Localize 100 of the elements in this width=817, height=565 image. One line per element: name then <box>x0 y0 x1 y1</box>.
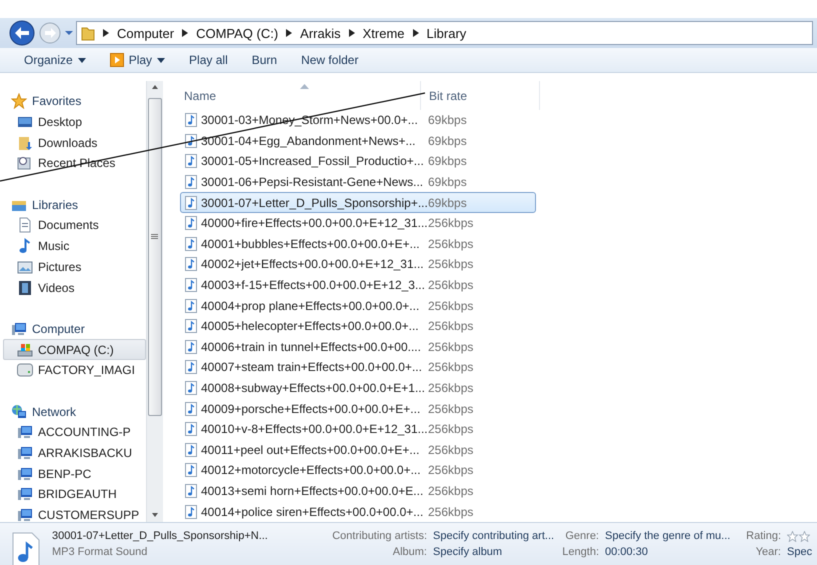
nav-item[interactable]: Pictures <box>3 256 146 278</box>
audio-file-icon <box>185 463 197 478</box>
column-header[interactable]: Name <box>180 81 421 110</box>
file-name: 40007+steam train+Effects+00.0+00.0+... <box>201 360 422 374</box>
file-row[interactable]: 40000+fire+Effects+00.0+00.0+E+12_31...256kbps <box>180 212 536 234</box>
nav-item[interactable]: BENP-PC <box>3 463 146 484</box>
file-row[interactable]: 40012+motorcycle+Effects+00.0+00.0+... 256kbps <box>180 460 536 481</box>
file-row[interactable]: 40008+subway+Effects+00.0+00.0+E+1... 256kbps <box>180 378 536 398</box>
column-header[interactable]: Bit rate <box>421 81 540 110</box>
audio-file-icon <box>185 319 197 334</box>
audio-file-icon <box>185 360 197 374</box>
file-row[interactable]: 40005+helecopter+Effects+00.0+00.0+... 256kbps <box>180 316 536 337</box>
file-name: 40004+prop plane+Effects+00.0+00.0+... <box>201 298 420 313</box>
nav-item[interactable]: ACCOUNTING-P <box>3 422 146 443</box>
file-name: 40001+bubbles+Effects+00.0+00.0+E+... <box>201 236 420 251</box>
breadcrumb[interactable]: Computer <box>117 26 174 40</box>
picture-icon <box>17 258 33 275</box>
file-row[interactable]: 40014+police siren+Effects+00.0+00.0+... 256kbps <box>180 501 536 522</box>
nav-item[interactable]: Downloads <box>3 132 146 154</box>
nav-item[interactable]: BRIDGEAUTH <box>3 484 146 505</box>
audio-file-icon <box>185 196 197 210</box>
toolbar-menu-button[interactable]: Organize <box>12 49 98 71</box>
bit-rate: 256kbps <box>428 422 474 436</box>
empty-stars-icon[interactable] <box>787 530 810 542</box>
file-name: 30001-07+Letter_D_Pulls_Sponsorship+... <box>201 196 428 210</box>
file-name: 40000+fire+Effects+00.0+00.0+E+12_31... <box>201 216 428 230</box>
file-row[interactable]: 40010+v-8+Effects+00.0+00.0+E+12_31...256kbps <box>180 418 536 440</box>
property-label: Year: <box>756 546 782 560</box>
breadcrumb[interactable]: Arrakis <box>300 26 341 40</box>
recent-pages-caret-icon[interactable] <box>64 28 74 38</box>
nav-item[interactable]: ARRAKISBACKU <box>3 442 146 464</box>
chevron-icon <box>412 29 419 37</box>
nav-item[interactable]: Recent Places <box>3 153 146 174</box>
property-value[interactable]: Specify contributing art... <box>433 530 567 546</box>
file-row[interactable]: 40004+prop plane+Effects+00.0+00.0+... 256kbps <box>180 295 536 316</box>
file-row[interactable]: 40013+semi horn+Effects+00.0+00.0+E... 256kbps <box>180 480 536 502</box>
file-row[interactable]: 40009+porsche+Effects+00.0+00.0+E+... 256kbps <box>180 398 536 419</box>
nav-item[interactable]: Music <box>3 236 146 256</box>
toolbar-button[interactable]: Play all <box>177 49 240 71</box>
file-row[interactable]: 40007+steam train+Effects+00.0+00.0+... 256kbps <box>180 357 536 378</box>
property-label: Album: <box>392 546 428 560</box>
breadcrumb[interactable]: Library <box>426 26 466 40</box>
file-name: 40005+helecopter+Effects+00.0+00.0+... <box>201 319 419 334</box>
toolbar-button[interactable]: New folder <box>289 49 370 71</box>
computer-icon <box>17 507 33 522</box>
toolbar-menu-button[interactable]: Play <box>98 49 178 71</box>
property-value[interactable]: Spec <box>787 546 817 562</box>
nav-item[interactable]: FACTORY_IMAGI <box>3 360 146 381</box>
nav-item[interactable]: Favorites <box>3 91 146 112</box>
file-row[interactable]: 30001-07+Letter_D_Pulls_Sponsorship+...69kbps <box>180 192 536 213</box>
bit-rate: 256kbps <box>428 257 474 272</box>
folder-icon <box>81 25 95 41</box>
file-name: 30001-05+Increased_Fossil_Productio+... <box>201 154 424 168</box>
toolbar-button[interactable]: Burn <box>240 49 290 71</box>
file-name: 40002+jet+Effects+00.0+00.0+E+12_31... <box>201 257 424 272</box>
caret-icon <box>157 58 166 62</box>
file-row[interactable]: 30001-06+Pepsi-Resistant-Gene+News... 69kbps <box>180 172 536 192</box>
bit-rate: 256kbps <box>428 298 474 313</box>
audio-file-icon <box>185 278 197 292</box>
computer-icon <box>17 466 33 482</box>
file-row[interactable]: 40002+jet+Effects+00.0+00.0+E+12_31... 256kbps <box>180 254 536 275</box>
file-name: 30001-04+Egg_Abandonment+News+... <box>201 134 416 148</box>
audio-file-icon <box>185 340 197 354</box>
breadcrumb[interactable]: COMPAQ (C:) <box>196 26 278 40</box>
chevron-icon <box>182 29 188 37</box>
nav-item[interactable]: Desktop <box>3 112 146 132</box>
address-bar[interactable]: Computer COMPAQ (C:) Arrakis Xtreme Library <box>76 21 813 45</box>
computer-icon <box>11 320 27 337</box>
nav-item[interactable]: Network <box>3 401 146 422</box>
breadcrumb[interactable]: Xtreme <box>362 26 405 40</box>
bit-rate: 256kbps <box>428 278 474 292</box>
file-row[interactable]: 40011+peel out+Effects+00.0+00.0+E+... 256kbps <box>180 440 536 460</box>
back-button[interactable] <box>8 19 36 47</box>
bit-rate: 69kbps <box>428 175 467 190</box>
scroll-bar[interactable] <box>146 81 163 522</box>
audio-file-icon <box>185 175 197 190</box>
nav-item[interactable]: Computer <box>3 318 146 340</box>
property-value[interactable]: Specify the genre of mu... <box>605 530 746 546</box>
file-row[interactable]: 30001-05+Increased_Fossil_Productio+... 69kbps <box>180 151 536 172</box>
file-row[interactable]: 40003+f-15+Effects+00.0+00.0+E+12_3... 256kbps <box>180 274 536 296</box>
file-name: 30001-06+Pepsi-Resistant-Gene+News... <box>201 175 424 190</box>
drive-icon <box>17 362 33 378</box>
nav-item[interactable]: Documents <box>3 215 146 236</box>
audio-file-icon <box>185 422 197 436</box>
file-row[interactable]: 30001-04+Egg_Abandonment+News+... 69kbps <box>180 130 536 152</box>
file-name: 40008+subway+Effects+00.0+00.0+E+1... <box>201 381 425 396</box>
bit-rate: 256kbps <box>428 340 474 354</box>
bit-rate: 256kbps <box>428 216 474 230</box>
nav-item[interactable]: COMPAQ (C:) <box>3 339 146 360</box>
nav-item[interactable]: Libraries <box>3 194 146 216</box>
bit-rate: 69kbps <box>428 154 467 168</box>
file-row[interactable]: 40006+train in tunnel+Effects+00.0+00.... 256kbps <box>180 336 536 358</box>
nav-item[interactable]: Videos <box>3 277 146 298</box>
file-row[interactable]: 40001+bubbles+Effects+00.0+00.0+E+... 256kbps <box>180 234 536 254</box>
nav-item[interactable]: CUSTOMERSUPP <box>3 504 146 522</box>
property-value[interactable]: 00:00:30 <box>605 546 746 562</box>
globe-computer-icon <box>11 404 27 420</box>
bit-rate: 256kbps <box>428 504 474 519</box>
clock-folder-icon <box>17 155 33 172</box>
file-name: 40009+porsche+Effects+00.0+00.0+E+... <box>201 402 420 416</box>
